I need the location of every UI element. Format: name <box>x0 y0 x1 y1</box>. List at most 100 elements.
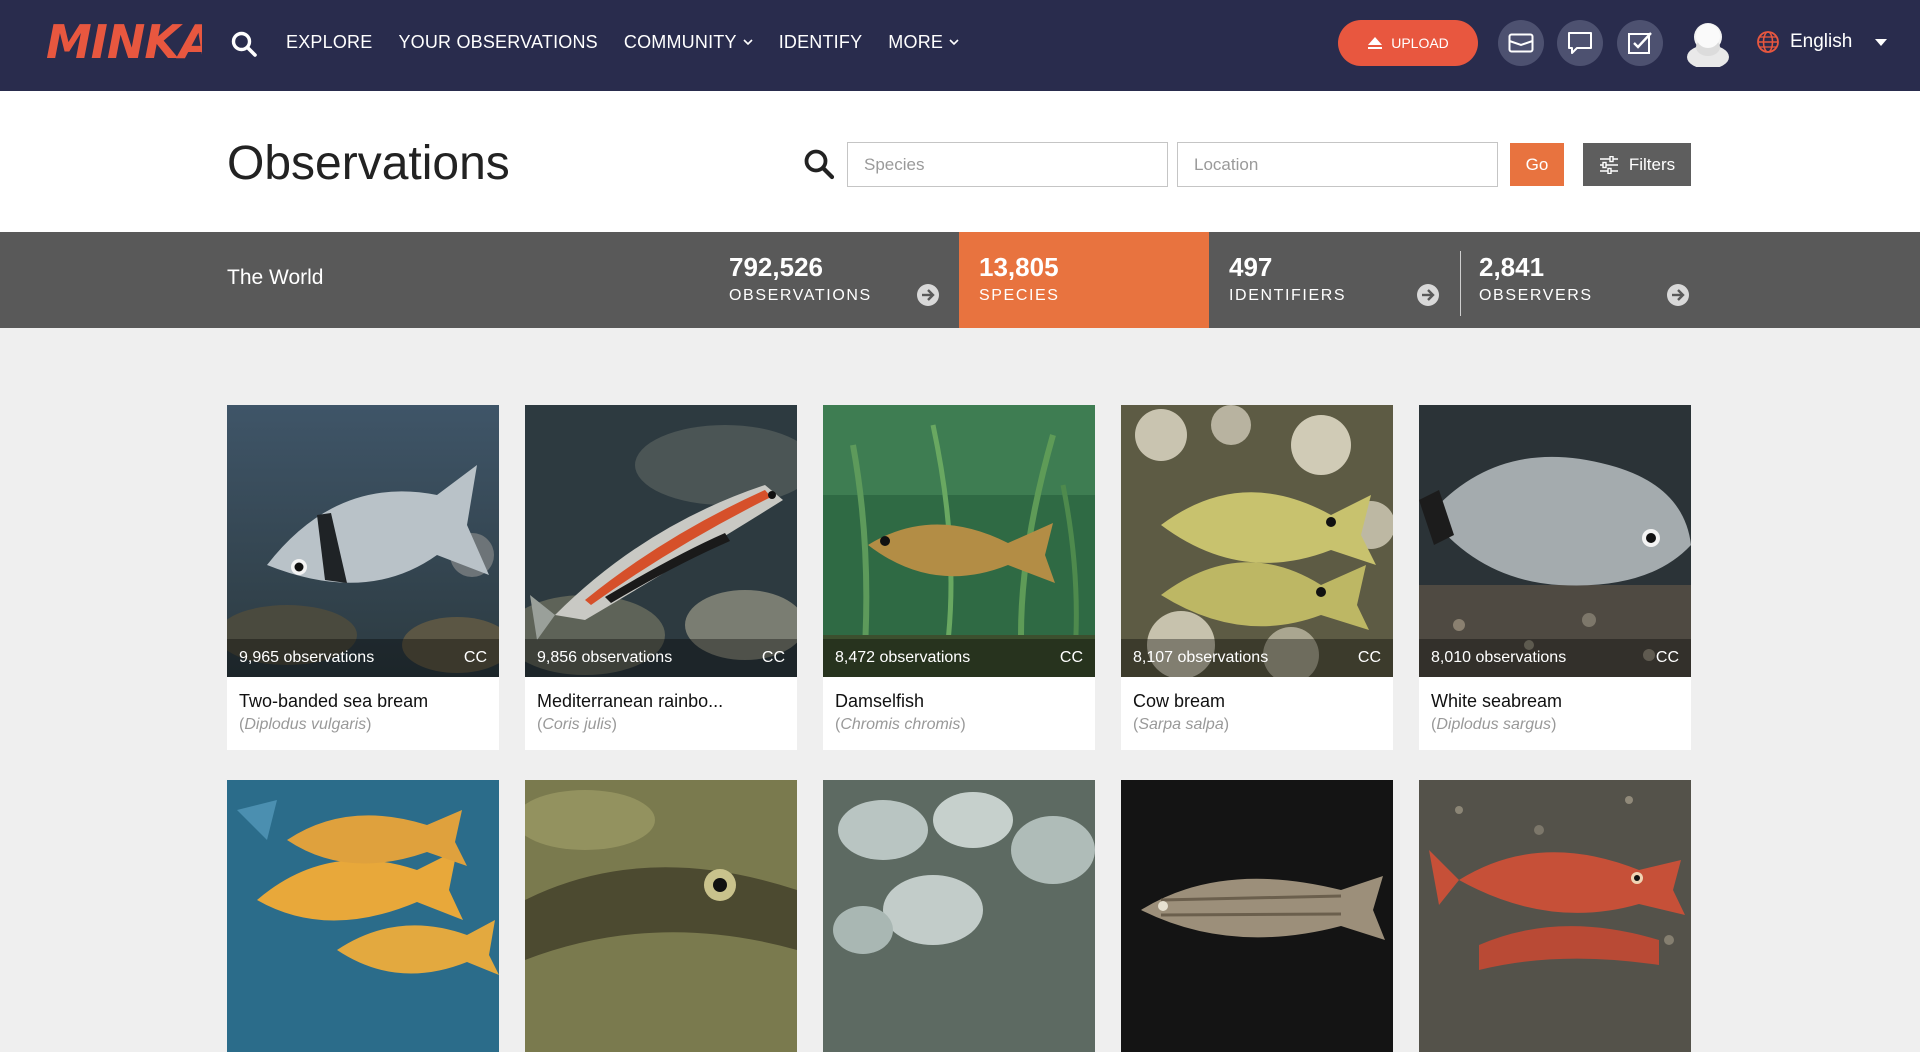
license-badge: CC <box>463 649 487 666</box>
photo-overlay: 8,010 observations CC <box>1419 639 1691 677</box>
species-card[interactable] <box>525 780 797 1052</box>
top-navbar: MINKA EXPLORE YOUR OBSERVATIONS COMMUNIT… <box>0 0 1920 91</box>
envelope-icon <box>1508 33 1534 53</box>
nav-your-observations-label: YOUR OBSERVATIONS <box>398 31 598 52</box>
go-button[interactable]: Go <box>1510 143 1564 186</box>
scientific-name-text: Diplodus sargus <box>1436 716 1552 733</box>
license-badge: CC <box>1357 649 1381 666</box>
location-input[interactable] <box>1177 142 1498 187</box>
main-nav: EXPLORE YOUR OBSERVATIONS COMMUNITY IDEN… <box>286 0 959 84</box>
stat-species-label: SPECIES <box>979 287 1060 304</box>
tasks-button[interactable] <box>1617 20 1663 66</box>
nav-more-label: MORE <box>888 31 944 52</box>
species-common-name: Cow bream <box>1133 691 1226 711</box>
search-icon <box>804 149 835 180</box>
species-common-name: Two-banded sea bream <box>239 691 429 711</box>
stat-species-value: 13,805 <box>979 252 1059 282</box>
species-photo <box>1121 780 1393 1052</box>
stat-observers-value: 2,841 <box>1479 252 1545 282</box>
arrow-right-icon <box>1417 284 1439 306</box>
stat-observers-label: OBSERVERS <box>1479 287 1593 304</box>
checkbox-icon <box>1628 32 1652 54</box>
nav-community[interactable]: COMMUNITY <box>624 32 753 53</box>
language-selector[interactable]: English <box>1756 22 1888 62</box>
stat-observations-label: OBSERVATIONS <box>729 287 872 304</box>
species-input[interactable] <box>847 142 1168 187</box>
photo-overlay: 8,472 observations CC <box>823 639 1095 677</box>
observation-count: 9,856 observations <box>537 649 673 666</box>
species-scientific-name: (Sarpa salpa) <box>1133 716 1230 733</box>
nav-explore-label: EXPLORE <box>286 31 373 52</box>
stat-observations-value: 792,526 <box>729 252 823 282</box>
license-badge: CC <box>761 649 785 666</box>
messages-button[interactable] <box>1498 20 1544 66</box>
arrow-right-icon <box>1667 284 1689 306</box>
chevron-down-icon <box>949 39 959 46</box>
arrow-right-icon <box>917 284 939 306</box>
search-icon[interactable] <box>230 30 258 58</box>
species-photo: 9,856 observations CC <box>525 405 797 677</box>
species-card[interactable]: 8,107 observations CC Cow bream (Sarpa s… <box>1121 405 1393 750</box>
species-scientific-name: (Coris julis) <box>537 716 617 733</box>
photo-overlay: 9,856 observations CC <box>525 639 797 677</box>
scientific-name-text: Sarpa salpa <box>1138 716 1224 733</box>
species-card[interactable]: 9,856 observations CC Mediterranean rain… <box>525 405 797 750</box>
filters-label: Filters <box>1628 154 1676 174</box>
stat-species[interactable]: 13,805 SPECIES <box>959 232 1209 328</box>
upload-icon <box>1368 37 1383 49</box>
language-label: English <box>1790 31 1853 52</box>
species-photo: 9,965 observations CC <box>227 405 499 677</box>
species-scientific-name: (Chromis chromis) <box>835 716 966 733</box>
species-photo: 8,010 observations CC <box>1419 405 1691 677</box>
species-photo <box>823 780 1095 1052</box>
nav-identify[interactable]: IDENTIFY <box>779 32 863 53</box>
place-label: The World <box>227 266 324 289</box>
species-card[interactable]: 8,472 observations CC Damselfish (Chromi… <box>823 405 1095 750</box>
scientific-name-text: Chromis chromis <box>840 716 961 733</box>
observation-count: 9,965 observations <box>239 649 375 666</box>
license-badge: CC <box>1059 649 1083 666</box>
stat-observations[interactable]: 792,526 OBSERVATIONS <box>709 232 959 328</box>
comments-button[interactable] <box>1557 20 1603 66</box>
species-card[interactable]: 8,010 observations CC White seabream (Di… <box>1419 405 1691 750</box>
filters-button[interactable]: Filters <box>1583 143 1691 186</box>
species-card[interactable] <box>227 780 499 1052</box>
stat-identifiers-label: IDENTIFIERS <box>1229 287 1347 304</box>
license-badge: CC <box>1655 649 1679 666</box>
photo-overlay: 9,965 observations CC <box>227 639 499 677</box>
nav-your-observations[interactable]: YOUR OBSERVATIONS <box>398 32 597 53</box>
nav-identify-label: IDENTIFY <box>778 31 863 52</box>
observation-count: 8,107 observations <box>1133 649 1269 666</box>
stat-identifiers[interactable]: 497 IDENTIFIERS <box>1209 232 1459 328</box>
nav-community-label: COMMUNITY <box>623 31 737 52</box>
nav-explore[interactable]: EXPLORE <box>286 32 372 53</box>
upload-label: UPLOAD <box>1391 35 1449 51</box>
species-card[interactable] <box>823 780 1095 1052</box>
species-photo: 8,107 observations CC <box>1121 405 1393 677</box>
globe-icon <box>1757 31 1779 53</box>
upload-button[interactable]: UPLOAD <box>1338 20 1478 66</box>
species-scientific-name: (Diplodus sargus) <box>1431 716 1557 733</box>
avatar[interactable] <box>1684 17 1732 67</box>
species-card[interactable] <box>1419 780 1691 1052</box>
observation-count: 8,010 observations <box>1431 649 1567 666</box>
sliders-icon <box>1599 155 1618 174</box>
species-photo: 8,472 observations CC <box>823 405 1095 677</box>
species-common-name: Mediterranean rainbo... <box>537 691 724 711</box>
scientific-name-text: Coris julis <box>542 716 612 733</box>
stat-observers[interactable]: 2,841 OBSERVERS <box>1459 232 1709 328</box>
caret-down-icon <box>1875 39 1888 46</box>
species-scientific-name: (Diplodus vulgaris) <box>239 716 372 733</box>
species-card[interactable]: 9,965 observations CC Two-banded sea bre… <box>227 405 499 750</box>
species-photo <box>525 780 797 1052</box>
minka-logo[interactable]: MINKA <box>44 16 202 66</box>
chat-icon <box>1568 32 1592 54</box>
observation-count: 8,472 observations <box>835 649 971 666</box>
species-card[interactable] <box>1121 780 1393 1052</box>
nav-more[interactable]: MORE <box>888 32 959 53</box>
page-title: Observations <box>227 137 510 190</box>
species-photo <box>1419 780 1691 1052</box>
species-photo <box>227 780 499 1052</box>
chevron-down-icon <box>743 39 753 46</box>
scientific-name-text: Diplodus vulgaris <box>244 716 367 733</box>
